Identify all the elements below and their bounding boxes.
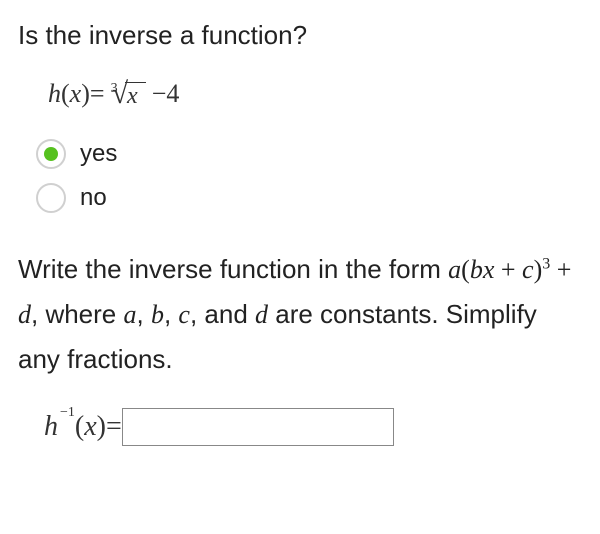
comma1: , [137, 299, 151, 329]
paren-close: ) [81, 79, 90, 109]
form-c: c [522, 255, 534, 284]
func-name-h: h [48, 79, 61, 109]
root-index: 3 [111, 81, 118, 97]
ans-paren-open: ( [75, 411, 84, 443]
radio-yes[interactable] [36, 139, 66, 169]
form-plus: + [494, 255, 522, 284]
form-a: a [448, 255, 461, 284]
form-close: ) [534, 255, 543, 284]
option-yes[interactable]: yes [36, 139, 582, 169]
option-no[interactable]: no [36, 183, 582, 213]
q2-mid: , where [31, 299, 124, 329]
ans-equals: = [106, 411, 122, 443]
cube-root: 3 √ x [111, 79, 146, 109]
form-bx: bx [470, 255, 495, 284]
comma2: , [164, 299, 178, 329]
question-inverse-function: Is the inverse a function? [18, 20, 582, 51]
equals-sign: = [90, 79, 105, 109]
var-d: d [255, 300, 268, 329]
paren-open: ( [61, 79, 70, 109]
radicand-x: x [125, 82, 146, 109]
var-x: x [70, 79, 82, 109]
form-plus2: + [550, 255, 571, 284]
var-a: a [124, 300, 137, 329]
option-no-label: no [80, 184, 107, 212]
form-open: ( [461, 255, 470, 284]
inverse-answer-input[interactable] [122, 408, 394, 446]
var-b: b [151, 300, 164, 329]
inverse-exponent: −1 [60, 405, 75, 421]
radio-group-isfunction: yes no [36, 139, 582, 213]
ans-paren-close: ) [97, 411, 106, 443]
radio-no[interactable] [36, 183, 66, 213]
comma3: , and [190, 299, 255, 329]
question-write-inverse: Write the inverse function in the form a… [18, 247, 582, 382]
option-yes-label: yes [80, 140, 117, 168]
function-definition: h ( x ) = 3 √ x − 4 [48, 79, 582, 109]
minus-sign: − [152, 79, 167, 109]
var-c: c [178, 300, 190, 329]
answer-line: h −1 ( x ) = [44, 408, 582, 446]
h-letter: h [44, 411, 58, 443]
ans-var-x: x [84, 411, 96, 443]
q2-pre: Write the inverse function in the form [18, 254, 448, 284]
constant-4: 4 [166, 79, 179, 109]
form-d: d [18, 300, 31, 329]
h-inverse-label: h −1 [44, 411, 75, 443]
